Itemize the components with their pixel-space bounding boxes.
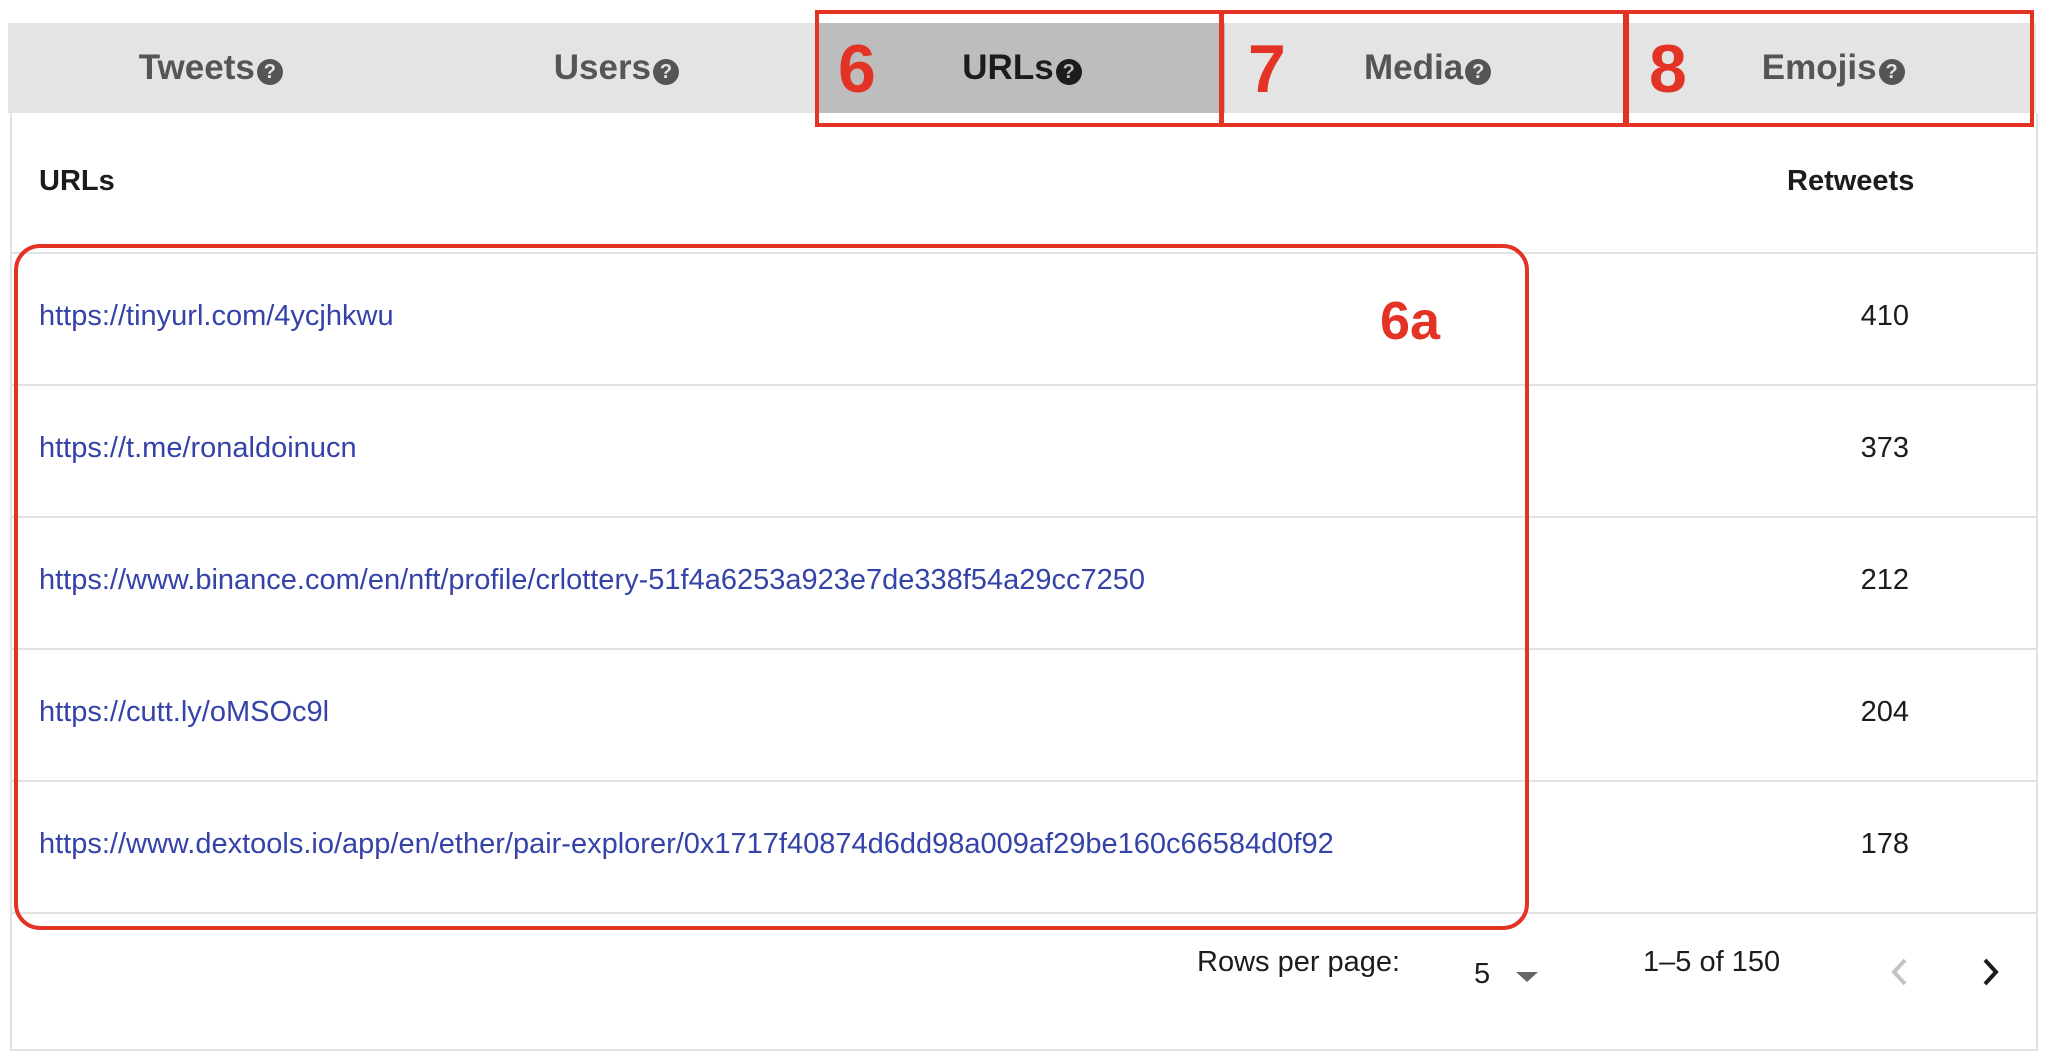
tab-users-label: Users: [553, 48, 652, 87]
tab-users[interactable]: Users?: [414, 23, 820, 113]
chevron-right-icon[interactable]: [1968, 950, 2012, 994]
annotation-label-6a: 6a: [1380, 291, 1441, 351]
rows-per-page-value: 5: [1474, 958, 1491, 990]
help-icon[interactable]: ?: [256, 59, 283, 85]
retweet-count: 178: [1860, 828, 1909, 860]
retweet-count: 204: [1860, 696, 1909, 728]
caret-down-icon: [1516, 971, 1539, 982]
retweet-count: 373: [1860, 432, 1909, 464]
annotation-label-6: 6: [838, 31, 876, 107]
retweet-count: 212: [1860, 564, 1909, 596]
table-header: URLs Retweets: [12, 113, 2036, 254]
rows-per-page-label: Rows per page:: [1197, 946, 1401, 978]
column-header-urls: URLs: [39, 165, 115, 197]
help-icon[interactable]: ?: [653, 59, 680, 85]
annotation-label-7: 7: [1248, 31, 1286, 107]
chevron-left-icon[interactable]: [1878, 950, 1922, 994]
column-header-retweets: Retweets: [1787, 165, 1915, 197]
annotation-box-6: [815, 10, 1223, 127]
annotation-box-6a: [14, 244, 1529, 930]
rows-per-page-select[interactable]: 5: [1474, 958, 1539, 991]
retweet-count: 410: [1860, 300, 1909, 332]
tab-tweets-label: Tweets: [138, 48, 255, 87]
annotation-label-8: 8: [1649, 31, 1687, 107]
pagination-range: 1–5 of 150: [1643, 946, 1781, 978]
tab-tweets[interactable]: Tweets?: [8, 23, 414, 113]
